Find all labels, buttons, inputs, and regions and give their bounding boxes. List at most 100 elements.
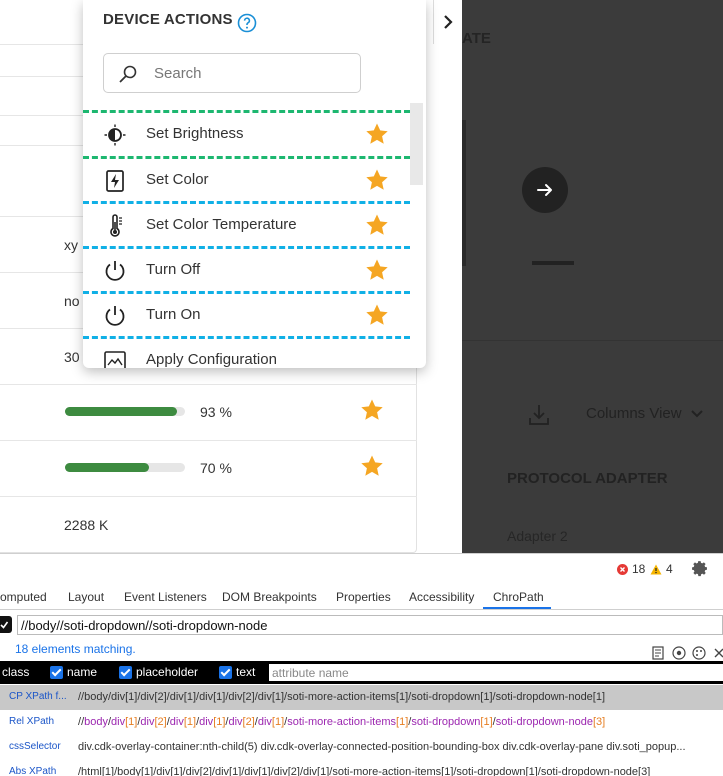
row-divider <box>0 440 417 441</box>
checkbox-checked[interactable] <box>119 665 132 679</box>
app-area: xy no 30 93 % 70 % 2288 K ATE Columns Vi… <box>0 0 723 553</box>
attr-option-class[interactable]: class <box>2 665 29 679</box>
action-label: Set Brightness <box>146 125 244 142</box>
action-item-apply-configuration[interactable]: Apply Configuration <box>83 338 410 368</box>
favorite-star-icon[interactable] <box>365 213 389 237</box>
adapter-label: Adapter 2 <box>507 528 568 544</box>
checkbox-checked[interactable] <box>219 665 232 679</box>
table-cell: 2288 K <box>64 517 109 533</box>
tab-computed[interactable]: omputed <box>0 590 47 604</box>
error-count[interactable]: 18 <box>617 562 645 576</box>
search-input[interactable] <box>154 62 349 84</box>
brightness-icon <box>104 124 126 146</box>
help-icon[interactable] <box>237 13 257 33</box>
action-item-turn-off[interactable]: Turn Off <box>83 248 410 293</box>
attr-option-label: name <box>67 665 98 679</box>
tab-layout[interactable]: Layout <box>68 590 104 604</box>
scrollbar[interactable] <box>410 103 423 185</box>
favorite-star-icon[interactable] <box>365 258 389 282</box>
close-icon[interactable] <box>712 646 723 660</box>
next-button[interactable] <box>522 167 568 213</box>
action-label: Turn On <box>146 306 201 323</box>
configuration-icon <box>104 351 126 368</box>
power-icon <box>105 306 125 326</box>
attr-option-label: text <box>236 665 256 679</box>
action-item-turn-on[interactable]: Turn On <box>83 293 410 338</box>
favorite-star-icon[interactable] <box>365 122 389 146</box>
warning-count[interactable]: 4 <box>650 562 673 576</box>
arrow-right-icon <box>537 184 552 196</box>
attr-option-placeholder[interactable]: placeholder <box>119 665 198 679</box>
checkbox-checked[interactable] <box>50 665 63 679</box>
error-count-text: 18 <box>632 562 646 576</box>
active-tab-indicator <box>483 607 551 609</box>
locator-row[interactable]: Abs XPath /html[1]/body[1]/div[1]/div[2]… <box>0 760 723 776</box>
divider <box>462 340 723 341</box>
locator-row[interactable]: Rel XPath //body/div[1]/div[2]/div[1]/di… <box>0 710 723 735</box>
action-label: Apply Configuration <box>146 351 277 368</box>
action-item-set-color[interactable]: Set Color <box>83 158 410 203</box>
attr-option-label: placeholder <box>136 665 199 679</box>
attr-option-name[interactable]: name <box>50 665 97 679</box>
check-icon <box>0 621 9 629</box>
star-icon[interactable] <box>360 454 384 478</box>
table-cell: no <box>64 293 80 309</box>
flash-icon <box>106 170 124 192</box>
gear-icon[interactable] <box>691 560 708 577</box>
action-item-set-brightness[interactable]: Set Brightness <box>83 112 410 157</box>
details-panel-overlay: ATE Columns View PROTOCOL ADAPTER Adapte… <box>462 0 723 553</box>
favorite-star-icon[interactable] <box>365 303 389 327</box>
attribute-filter-bar: class name placeholder text <box>0 661 723 684</box>
row-divider <box>0 384 417 385</box>
columns-view-label: Columns View <box>586 405 682 422</box>
locator-row[interactable]: cssSelector div.cdk-overlay-container:nt… <box>0 735 723 760</box>
warning-icon <box>650 564 662 574</box>
panel-bar <box>462 120 466 266</box>
locator-value: //body/div[1]/div[2]/div[1]/div[1]/div[2… <box>78 691 606 703</box>
locator-row[interactable]: CP XPath f... //body/div[1]/div[2]/div[1… <box>0 685 723 710</box>
attr-option-text[interactable]: text <box>219 665 255 679</box>
action-label: Turn Off <box>146 261 201 278</box>
locator-value: //body/div[1]/div[2]/div[1]/div[1]/div[2… <box>78 716 606 728</box>
toggle-badge[interactable] <box>0 616 12 633</box>
progress-fill <box>65 407 177 416</box>
devtools-status-bar: 18 4 <box>0 554 723 584</box>
action-label: Set Color <box>146 171 209 188</box>
locator-key: Abs XPath <box>9 766 57 776</box>
progress-label: 93 % <box>200 404 232 420</box>
panel-title: ATE <box>462 30 491 47</box>
progress-fill <box>65 463 149 472</box>
table-cell: xy <box>64 237 78 253</box>
xpath-input[interactable] <box>17 615 723 635</box>
favorite-star-icon[interactable] <box>365 168 389 192</box>
xpath-bar <box>0 613 723 637</box>
action-item-set-color-temperature[interactable]: Set Color Temperature <box>83 203 410 248</box>
edit-list-icon[interactable] <box>652 646 666 660</box>
palette-icon[interactable] <box>692 646 706 660</box>
dropdown-title: DEVICE ACTIONS <box>103 11 233 28</box>
device-actions-dropdown: DEVICE ACTIONS Set Brightness <box>83 0 426 368</box>
chevron-down-icon <box>690 409 703 417</box>
devtools-panel: 18 4 omputed Layout Event Listeners DOM … <box>0 553 723 776</box>
collapse-panel-button[interactable] <box>433 0 462 44</box>
download-icon[interactable] <box>526 402 552 428</box>
tab-properties[interactable]: Properties <box>336 590 391 604</box>
tab-event-listeners[interactable]: Event Listeners <box>124 590 207 604</box>
section-title: PROTOCOL ADAPTER <box>507 470 668 487</box>
action-label: Set Color Temperature <box>146 216 297 233</box>
locator-key: cssSelector <box>9 741 61 752</box>
target-icon[interactable] <box>672 646 686 660</box>
columns-view-dropdown[interactable]: Columns View <box>586 405 704 422</box>
table-cell: 30 <box>64 349 80 365</box>
tab-accessibility[interactable]: Accessibility <box>409 590 474 604</box>
star-icon[interactable] <box>360 398 384 422</box>
tab-chropath[interactable]: ChroPath <box>493 590 544 604</box>
search-box <box>103 53 361 93</box>
power-icon <box>105 261 125 281</box>
chevron-right-icon <box>444 15 453 29</box>
progress-bar <box>65 407 185 416</box>
locator-value: /html[1]/body[1]/div[1]/div[2]/div[1]/di… <box>78 766 651 776</box>
thermometer-icon <box>110 214 122 237</box>
tab-dom-breakpoints[interactable]: DOM Breakpoints <box>222 590 317 604</box>
attribute-name-input[interactable] <box>269 664 723 681</box>
